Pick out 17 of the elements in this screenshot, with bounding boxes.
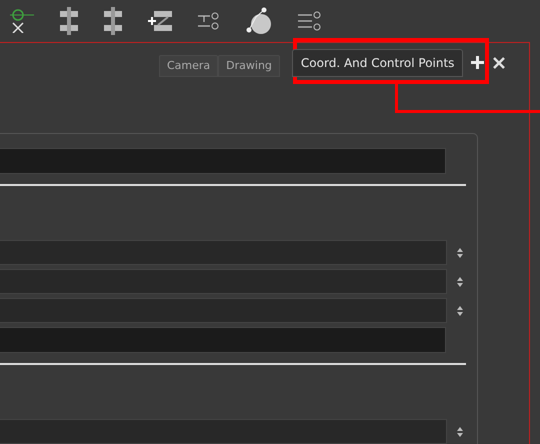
axis-cross-icon[interactable] [10,9,34,33]
add-icon[interactable] [471,56,484,69]
zoom-lines-icon[interactable] [198,12,220,30]
spin-arrows-icon[interactable] [457,426,463,436]
tab[interactable]: Drawing [218,55,280,77]
spin-arrows-icon[interactable] [457,248,463,258]
tab[interactable]: Camera [159,55,218,77]
close-icon[interactable] [493,57,506,69]
spin-arrows-icon[interactable] [457,306,463,316]
zoom-lines-icon[interactable] [298,11,322,31]
blob-icon[interactable] [246,7,272,35]
tab[interactable]: Coord. And Control Points [292,49,464,77]
text-field[interactable] [0,148,446,174]
align-icon[interactable] [60,7,78,35]
spin-arrows-icon[interactable] [457,276,463,286]
text-field[interactable] [0,327,446,353]
align-icon[interactable] [104,7,122,35]
